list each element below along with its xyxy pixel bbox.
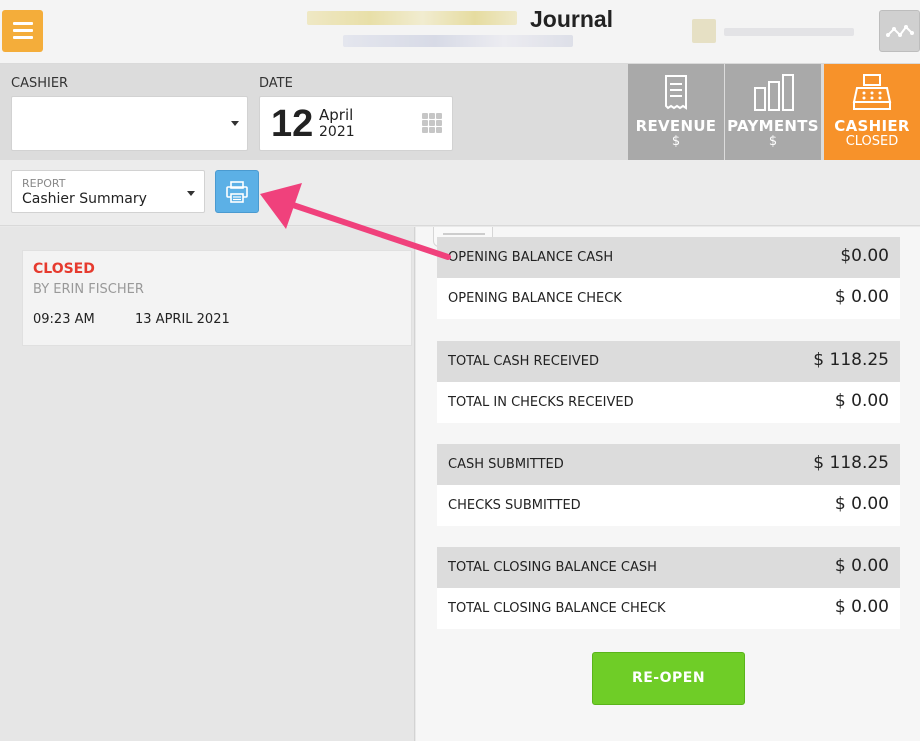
tab-payments[interactable]: PAYMENTS $ — [725, 64, 821, 160]
summary-row: OPENING BALANCE CASH $0.00 — [437, 237, 900, 278]
summary-value: $ 0.00 — [834, 556, 889, 576]
summary-value: $ 118.25 — [813, 453, 889, 473]
summary-value: $ 0.00 — [834, 597, 889, 617]
tab-cashier-title: CASHIER — [834, 117, 910, 135]
tab-revenue-title: REVENUE — [635, 117, 717, 135]
date-day: 12 — [271, 103, 314, 145]
summary-value: $ 0.00 — [834, 391, 889, 411]
menu-button[interactable] — [2, 10, 43, 52]
summary-label: TOTAL CLOSING BALANCE CASH — [448, 560, 657, 575]
session-date: 13 APRIL 2021 — [135, 312, 230, 327]
printer-icon — [226, 181, 248, 203]
receipt-icon — [665, 75, 687, 110]
summary-label: OPENING BALANCE CHECK — [448, 291, 622, 306]
summary-label: TOTAL CLOSING BALANCE CHECK — [448, 601, 666, 616]
page-title: Journal — [530, 6, 614, 32]
report-value: Cashier Summary — [22, 191, 147, 207]
summary-row: CHECKS SUBMITTED $ 0.00 — [437, 485, 900, 526]
hamburger-icon-line — [13, 36, 33, 39]
session-closed-by: BY ERIN FISCHER — [33, 282, 144, 297]
report-select[interactable]: REPORT Cashier Summary — [11, 170, 205, 213]
cash-register-icon — [852, 74, 892, 110]
cashier-label: CASHIER — [11, 76, 69, 91]
chevron-down-icon — [231, 121, 239, 126]
date-label: DATE — [259, 76, 293, 91]
summary-value: $ 118.25 — [813, 350, 889, 370]
summary-label: OPENING BALANCE CASH — [448, 250, 614, 265]
report-label: REPORT — [22, 177, 66, 190]
session-time: 09:23 AM — [33, 312, 95, 327]
date-picker[interactable]: 12 April 2021 — [259, 96, 453, 151]
redacted-business-subtitle — [343, 35, 573, 47]
date-month: April — [319, 106, 354, 124]
bar-chart-icon — [754, 74, 794, 111]
tab-cashier-subtitle: CLOSED — [845, 134, 899, 149]
summary-row: CASH SUBMITTED $ 118.25 — [437, 444, 900, 485]
tab-revenue-subtitle: $ — [671, 134, 681, 149]
summary-label: TOTAL CASH RECEIVED — [448, 354, 599, 369]
summary-row: TOTAL CASH RECEIVED $ 118.25 — [437, 341, 900, 382]
tab-payments-subtitle: $ — [768, 134, 778, 149]
date-year: 2021 — [319, 124, 355, 140]
summary-label: CHECKS SUBMITTED — [448, 498, 581, 513]
status-badge: CLOSED — [33, 261, 95, 277]
summary-label: CASH SUBMITTED — [448, 457, 564, 472]
chevron-down-icon — [187, 191, 195, 196]
calendar-grid-icon — [422, 113, 442, 133]
summary-value: $ 0.00 — [834, 494, 889, 514]
summary-label: TOTAL IN CHECKS RECEIVED — [448, 395, 634, 410]
summary-row: TOTAL IN CHECKS RECEIVED $ 0.00 — [437, 382, 900, 423]
summary-row: TOTAL CLOSING BALANCE CHECK $ 0.00 — [437, 588, 900, 629]
print-button[interactable] — [215, 170, 259, 213]
redacted-user-avatar — [692, 19, 716, 43]
tab-revenue[interactable]: REVENUE $ — [628, 64, 724, 160]
summary-value: $0.00 — [840, 246, 889, 266]
tab-cashier[interactable]: CASHIER CLOSED — [824, 64, 920, 160]
activity-button[interactable] — [879, 10, 920, 52]
summary-row: TOTAL CLOSING BALANCE CASH $ 0.00 — [437, 547, 900, 588]
cashier-select[interactable] — [11, 96, 248, 151]
reopen-button[interactable]: RE-OPEN — [592, 652, 745, 705]
activity-chart-icon — [886, 25, 914, 37]
hamburger-icon-line — [13, 29, 33, 32]
summary-row: OPENING BALANCE CHECK $ 0.00 — [437, 278, 900, 319]
top-bar: Journal — [0, 0, 920, 64]
session-card[interactable]: CLOSED BY ERIN FISCHER 09:23 AM 13 APRIL… — [22, 250, 412, 346]
summary-value: $ 0.00 — [834, 287, 889, 307]
redacted-business-name — [307, 11, 517, 25]
tab-payments-title: PAYMENTS — [727, 117, 819, 135]
hamburger-icon — [13, 22, 33, 25]
redacted-user-name — [724, 28, 854, 36]
